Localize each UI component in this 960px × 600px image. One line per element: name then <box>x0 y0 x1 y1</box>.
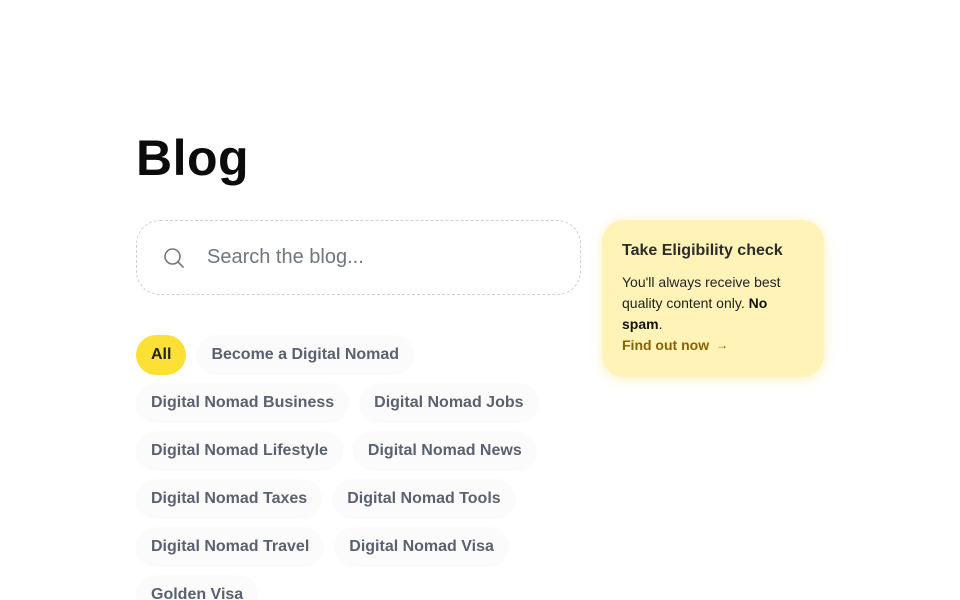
blog-page: Blog Take Eligibility check You'll alway… <box>0 0 960 600</box>
chip-row: Digital Nomad Business Digital Nomad Jobs <box>136 383 566 423</box>
category-chip-digital-nomad-tools[interactable]: Digital Nomad Tools <box>332 479 516 519</box>
category-chip-all[interactable]: All <box>136 335 187 375</box>
category-chip-digital-nomad-lifestyle[interactable]: Digital Nomad Lifestyle <box>136 431 343 471</box>
chip-row: All Become a Digital Nomad <box>136 335 566 375</box>
arrow-right-icon: → <box>716 338 729 352</box>
chip-row: Digital Nomad Travel Digital Nomad Visa <box>136 527 566 567</box>
category-filter: All Become a Digital Nomad Digital Nomad B… <box>136 335 566 600</box>
eligibility-card: Take Eligibility check You'll always rec… <box>602 220 824 377</box>
category-chip-digital-nomad-news[interactable]: Digital Nomad News <box>352 431 537 471</box>
find-out-now-link[interactable]: Find out now → <box>622 335 728 356</box>
chip-row: Digital Nomad Lifestyle Digital Nomad New… <box>136 431 566 471</box>
find-out-now-label: Find out now <box>622 337 710 353</box>
category-chip-digital-nomad-visa[interactable]: Digital Nomad Visa <box>334 527 509 567</box>
category-chip-digital-nomad-taxes[interactable]: Digital Nomad Taxes <box>136 479 323 519</box>
chip-row: Golden Visa <box>136 575 566 600</box>
search-input[interactable] <box>207 246 547 269</box>
category-chip-digital-nomad-business[interactable]: Digital Nomad Business <box>136 383 350 423</box>
category-chip-become-a-digital-nomad[interactable]: Become a Digital Nomad <box>196 335 415 375</box>
chip-row: Digital Nomad Taxes Digital Nomad Tools <box>136 479 566 519</box>
card-text-end: . <box>658 316 663 332</box>
search-box[interactable] <box>136 220 581 295</box>
card-title: Take Eligibility check <box>622 242 783 259</box>
search-icon <box>161 245 187 271</box>
card-text: You'll always receive best quality conte… <box>622 272 804 335</box>
category-chip-digital-nomad-travel[interactable]: Digital Nomad Travel <box>136 527 325 567</box>
page-title: Blog <box>136 130 250 186</box>
category-chip-golden-visa[interactable]: Golden Visa <box>136 575 259 600</box>
category-chip-digital-nomad-jobs[interactable]: Digital Nomad Jobs <box>359 383 539 423</box>
